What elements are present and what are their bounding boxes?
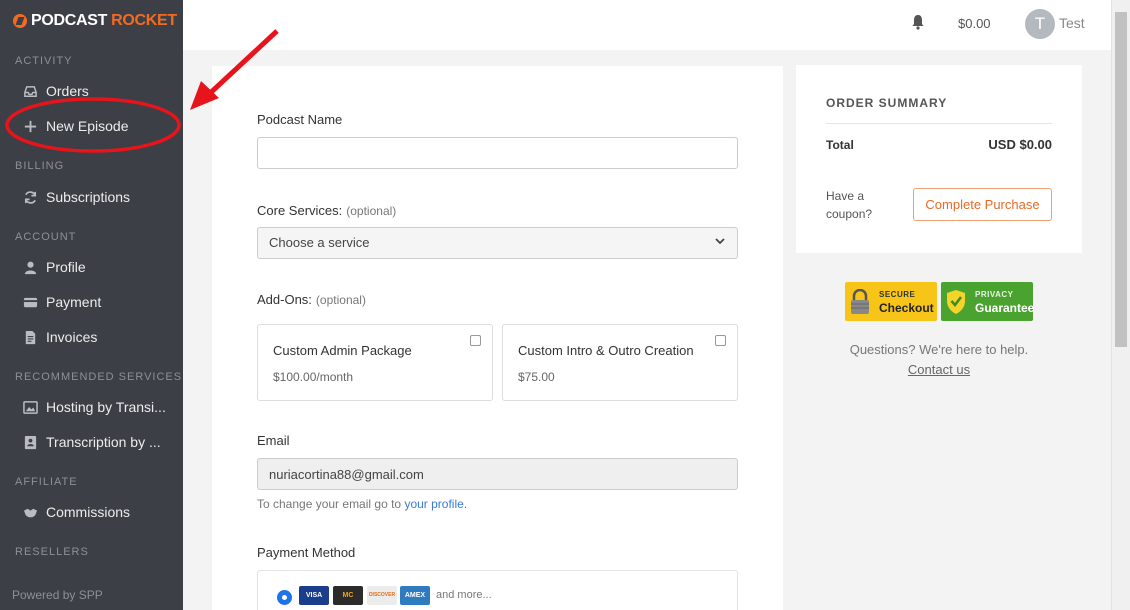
bell-icon[interactable]: [911, 14, 925, 30]
chevron-down-icon: [715, 238, 725, 245]
plus-icon: [24, 120, 37, 132]
page-scrollbar[interactable]: [1111, 0, 1130, 610]
payment-method-label: Payment Method: [257, 545, 356, 560]
core-services-select[interactable]: Choose a service: [257, 227, 738, 259]
sidebar-item-label: New Episode: [46, 118, 129, 134]
section-billing: BILLING: [15, 160, 65, 172]
top-bar: $0.00 T Test: [183, 0, 1111, 50]
scrollbar-thumb[interactable]: [1115, 12, 1127, 347]
payment-radio[interactable]: [277, 590, 292, 605]
core-services-label-text: Core Services:: [257, 203, 343, 218]
username[interactable]: Test: [1059, 15, 1085, 31]
contact-card-icon: [24, 435, 37, 449]
refresh-icon: [24, 190, 37, 204]
guarantee-text: Guarantee: [975, 301, 1035, 315]
user-icon: [24, 261, 37, 274]
lock-icon: [851, 289, 869, 314]
section-activity: ACTIVITY: [15, 55, 73, 67]
addon-price: $100.00/month: [273, 370, 354, 384]
shield-check-icon: [947, 290, 965, 314]
sidebar-item-profile[interactable]: Profile: [23, 259, 86, 275]
sidebar-item-commissions[interactable]: Commissions: [23, 504, 130, 520]
handshake-icon: [23, 508, 38, 517]
contact-us-link[interactable]: Contact us: [796, 362, 1082, 377]
coupon-link[interactable]: Have a coupon?: [826, 187, 886, 223]
image-icon: [23, 400, 38, 414]
sidebar-item-label: Transcription by ...: [46, 434, 161, 450]
mastercard-icon: MC: [333, 586, 363, 605]
addon-price: $75.00: [518, 370, 555, 384]
sidebar-item-invoices[interactable]: Invoices: [23, 329, 97, 345]
privacy-text: PRIVACY: [975, 290, 1014, 299]
email-field[interactable]: [257, 458, 738, 490]
optional-hint: (optional): [346, 204, 397, 218]
email-hint: To change your email go to your profile.: [257, 497, 467, 511]
section-account: ACCOUNT: [15, 231, 77, 243]
addon-card-admin-package[interactable]: Custom Admin Package $100.00/month: [257, 324, 493, 401]
optional-hint: (optional): [315, 293, 366, 307]
addons-label-text: Add-Ons:: [257, 292, 312, 307]
account-balance[interactable]: $0.00: [958, 16, 991, 31]
document-icon: [25, 330, 36, 344]
order-summary: ORDER SUMMARY Total USD $0.00 Have a cou…: [796, 65, 1082, 253]
total-label: Total: [826, 138, 854, 152]
sidebar-item-new-episode[interactable]: New Episode: [23, 118, 129, 134]
logo-text-podcast: PODCAST: [31, 12, 108, 29]
addons-label: Add-Ons: (optional): [257, 292, 366, 307]
core-services-placeholder: Choose a service: [269, 235, 370, 250]
sidebar-item-label: Commissions: [46, 504, 131, 520]
sidebar-item-transcription[interactable]: Transcription by ...: [23, 434, 161, 450]
podcast-rocket-logo[interactable]: PODCAST ROCKET: [13, 12, 177, 30]
section-resellers: RESELLERS: [15, 546, 89, 558]
rocket-logo-icon: [13, 14, 27, 28]
powered-by-text: Powered by SPP: [12, 588, 103, 602]
complete-purchase-button[interactable]: Complete Purchase: [913, 188, 1052, 221]
inbox-icon: [24, 85, 37, 97]
addon-card-intro-outro[interactable]: Custom Intro & Outro Creation $75.00: [502, 324, 738, 401]
addon-checkbox[interactable]: [470, 335, 481, 346]
order-form-card: Podcast Name Core Services: (optional) Ch…: [212, 66, 783, 610]
sidebar-item-orders[interactable]: Orders: [23, 83, 89, 99]
order-summary-title: ORDER SUMMARY: [826, 96, 948, 110]
sidebar-item-label: Payment: [46, 294, 102, 310]
sidebar-item-label: Profile: [46, 259, 86, 275]
privacy-guarantee-badge: PRIVACY Guarantee: [941, 282, 1035, 321]
email-hint-end: .: [463, 497, 468, 511]
sidebar-item-label: Subscriptions: [46, 189, 131, 205]
total-value: USD $0.00: [988, 137, 1052, 152]
more-cards-text: and more...: [436, 589, 492, 601]
addon-name: Custom Intro & Outro Creation: [518, 343, 694, 358]
addon-checkbox[interactable]: [715, 335, 726, 346]
payment-method-option[interactable]: VISA MC DISCOVER AMEX and more...: [257, 570, 738, 610]
sidebar: PODCAST ROCKET ACTIVITY Orders New Episod…: [0, 0, 183, 610]
avatar[interactable]: T: [1025, 9, 1055, 39]
divider: [826, 123, 1052, 124]
logo-text-rocket: ROCKET: [111, 12, 177, 29]
sidebar-item-label: Orders: [46, 83, 89, 99]
profile-link[interactable]: your profile: [404, 497, 463, 511]
discover-icon: DISCOVER: [367, 586, 397, 605]
podcast-name-label: Podcast Name: [257, 112, 343, 127]
section-affiliate: AFFILIATE: [15, 476, 78, 488]
visa-icon: VISA: [299, 586, 329, 605]
addon-name: Custom Admin Package: [273, 343, 412, 358]
sidebar-item-hosting[interactable]: Hosting by Transi...: [23, 399, 166, 415]
email-hint-text: To change your email go to: [257, 497, 402, 511]
sidebar-item-payment[interactable]: Payment: [23, 294, 101, 310]
core-services-label: Core Services: (optional): [257, 203, 396, 218]
sidebar-item-label: Hosting by Transi...: [46, 399, 166, 415]
secure-text: SECURE: [879, 290, 916, 299]
podcast-name-input[interactable]: [257, 137, 738, 169]
credit-card-icon: [23, 297, 38, 307]
secure-checkout-badge: SECURE Checkout: [845, 282, 937, 321]
section-recommended-services: RECOMMENDED SERVICES: [15, 371, 183, 383]
sidebar-item-label: Invoices: [46, 329, 98, 345]
checkout-text: Checkout: [879, 301, 934, 315]
help-text: Questions? We're here to help.: [849, 342, 1029, 357]
email-label: Email: [257, 433, 290, 448]
amex-icon: AMEX: [400, 586, 430, 605]
sidebar-item-subscriptions[interactable]: Subscriptions: [23, 189, 130, 205]
